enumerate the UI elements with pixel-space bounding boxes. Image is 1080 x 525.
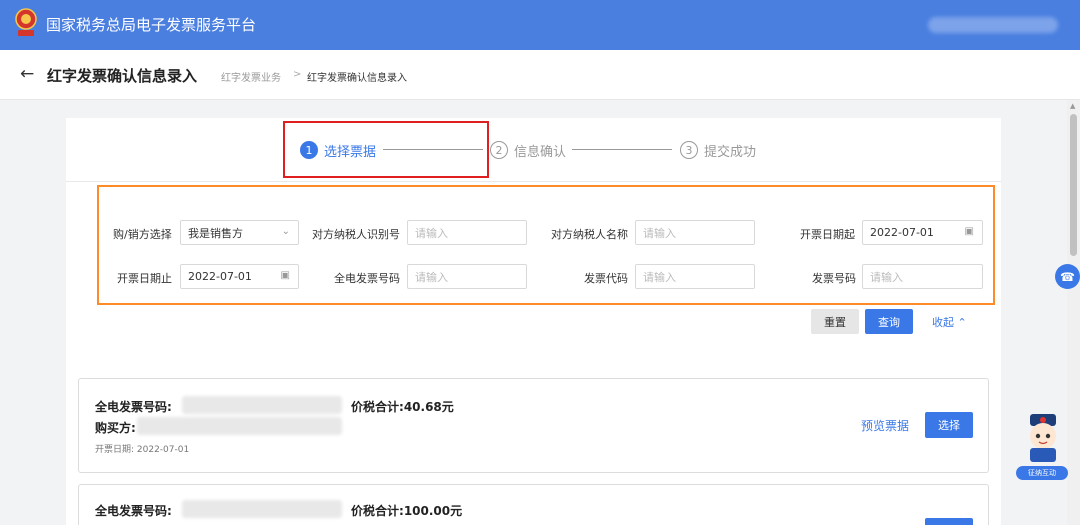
select-invoice-button[interactable] [925, 518, 973, 525]
steps-divider [66, 181, 1001, 182]
invoice-number-input[interactable]: 请输入 [862, 264, 983, 289]
tax-emblem-logo [15, 8, 37, 36]
total-label: 价税合计:100.00元 [351, 502, 462, 519]
total-label: 价税合计:40.68元 [351, 398, 454, 415]
counterparty-tax-id-label: 对方纳税人识别号 [312, 228, 400, 241]
calendar-icon: ▣ [964, 226, 974, 237]
buyer-seller-label: 购/销方选择 [113, 228, 172, 241]
step-label-3: 提交成功 [704, 144, 757, 160]
counterparty-name-label: 对方纳税人名称 [551, 228, 628, 241]
invoice-card: 全电发票号码: 价税合计:100.00元 [78, 484, 989, 525]
date-from-value: 2022-07-01 [870, 226, 934, 239]
invoice-number-label: 全电发票号码: [95, 400, 172, 414]
highlight-box-red [283, 121, 489, 178]
chevron-down-icon: ⌄ [281, 226, 290, 237]
total-value: 100.00元 [403, 504, 463, 518]
app-title: 国家税务总局电子发票服务平台 [46, 16, 257, 34]
date-to-value: 2022-07-01 [188, 270, 252, 283]
total-value: 40.68元 [403, 400, 454, 414]
invoice-code-label: 发票代码 [584, 272, 628, 285]
invoice-number-label: 全电发票号码: [95, 504, 172, 518]
step-confirm-info: 2 信息确认 [490, 140, 566, 160]
einvoice-number-label: 全电发票号码 [334, 272, 400, 285]
breadcrumb-item-red-invoice[interactable]: 红字发票业务 [221, 69, 281, 84]
mascot-label[interactable]: 征纳互动 [1016, 466, 1068, 480]
invoice-code-input[interactable]: 请输入 [635, 264, 755, 289]
calendar-icon: ▣ [280, 270, 290, 281]
page-header: ← 红字发票确认信息录入 红字发票业务 > 红字发票确认信息录入 [0, 50, 1080, 100]
scroll-thumb[interactable] [1070, 114, 1077, 256]
date-to-label: 开票日期止 [117, 272, 172, 285]
invoice-card: 全电发票号码: 价税合计:40.68元 购买方: 开票日期: 2022-07-0… [78, 378, 989, 473]
buyer-name-blurred [137, 417, 342, 435]
invoice-number-blurred [182, 500, 342, 518]
counterparty-tax-id-input[interactable]: 请输入 [407, 220, 527, 245]
buyer-label: 购买方: [95, 421, 136, 435]
preview-invoice-link[interactable]: 预览票据 [861, 417, 909, 434]
step-number-3: 3 [680, 141, 698, 159]
step-connector-2 [572, 149, 672, 150]
collapse-link[interactable]: 收起 ⌃ [932, 314, 967, 330]
invoice-number-blurred [182, 396, 342, 414]
einvoice-number-input[interactable]: 请输入 [407, 264, 527, 289]
chevron-up-icon: ⌃ [957, 316, 967, 329]
breadcrumb-item-current: 红字发票确认信息录入 [307, 73, 407, 84]
date-to-input[interactable]: 2022-07-01 ▣ [180, 264, 299, 289]
collapse-label: 收起 [932, 316, 954, 329]
step-label-2: 信息确认 [514, 144, 567, 160]
back-arrow-icon[interactable]: ← [20, 64, 34, 84]
total-label-text: 价税合计: [351, 400, 404, 414]
invoice-number-label: 发票号码 [812, 272, 856, 285]
total-label-text: 价税合计: [351, 504, 404, 518]
date-from-label: 开票日期起 [800, 228, 855, 241]
buyer-seller-value: 我是销售方 [188, 226, 243, 240]
user-info-blurred[interactable] [928, 17, 1058, 33]
counterparty-name-input[interactable]: 请输入 [635, 220, 755, 245]
invoice-date: 开票日期: 2022-07-01 [95, 445, 190, 455]
page-title: 红字发票确认信息录入 [47, 67, 198, 85]
buyer-seller-select[interactable]: 我是销售方 ⌄ [180, 220, 299, 245]
date-from-input[interactable]: 2022-07-01 ▣ [862, 220, 983, 245]
top-bar: 国家税务总局电子发票服务平台 [0, 0, 1080, 50]
query-button[interactable]: 查询 [865, 309, 913, 334]
step-submit-success: 3 提交成功 [680, 140, 756, 160]
select-invoice-button[interactable]: 选择 [925, 412, 973, 438]
step-number-2: 2 [490, 141, 508, 159]
breadcrumb-separator: > [293, 69, 302, 80]
scroll-up-arrow-icon[interactable]: ▲ [1070, 102, 1075, 110]
reset-button[interactable]: 重置 [811, 309, 859, 334]
headset-icon[interactable]: ☎ [1055, 264, 1080, 289]
